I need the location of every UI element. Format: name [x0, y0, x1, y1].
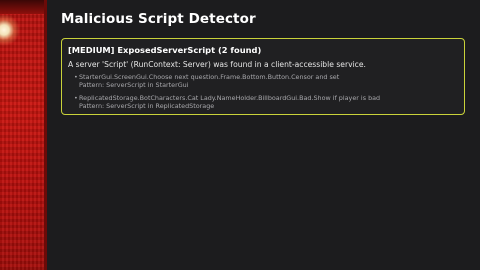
finding-item[interactable]: •ReplicatedStorage.BotCharacters.Cat Lad… — [74, 94, 380, 111]
finding-card: [MEDIUM] ExposedServerScript (2 found) A… — [61, 38, 465, 115]
detector-panel: Malicious Script Detector [MEDIUM] Expos… — [47, 0, 480, 270]
finding-path: ReplicatedStorage.BotCharacters.Cat Lady… — [79, 94, 381, 102]
finding-item[interactable]: •StarterGui.ScreenGui.Choose next questi… — [74, 73, 339, 90]
finding-description: A server 'Script' (RunContext: Server) w… — [68, 60, 366, 69]
app-window: Malicious Script Detector [MEDIUM] Expos… — [0, 0, 480, 270]
finding-header: [MEDIUM] ExposedServerScript (2 found) — [68, 45, 262, 55]
finding-path-line: •ReplicatedStorage.BotCharacters.Cat Lad… — [74, 94, 380, 102]
panel-title: Malicious Script Detector — [61, 11, 256, 27]
finding-pattern-line: Pattern: ServerScript in StarterGui — [74, 81, 339, 89]
finding-path-line: •StarterGui.ScreenGui.Choose next questi… — [74, 73, 339, 81]
finding-path: StarterGui.ScreenGui.Choose next questio… — [79, 73, 340, 81]
finding-pattern: Pattern: ServerScript in ReplicatedStora… — [79, 102, 215, 111]
viewport-shadow — [0, 0, 47, 14]
finding-pattern-line: Pattern: ServerScript in ReplicatedStora… — [74, 102, 380, 110]
finding-pattern: Pattern: ServerScript in StarterGui — [79, 81, 189, 90]
game-viewport[interactable] — [0, 0, 47, 270]
